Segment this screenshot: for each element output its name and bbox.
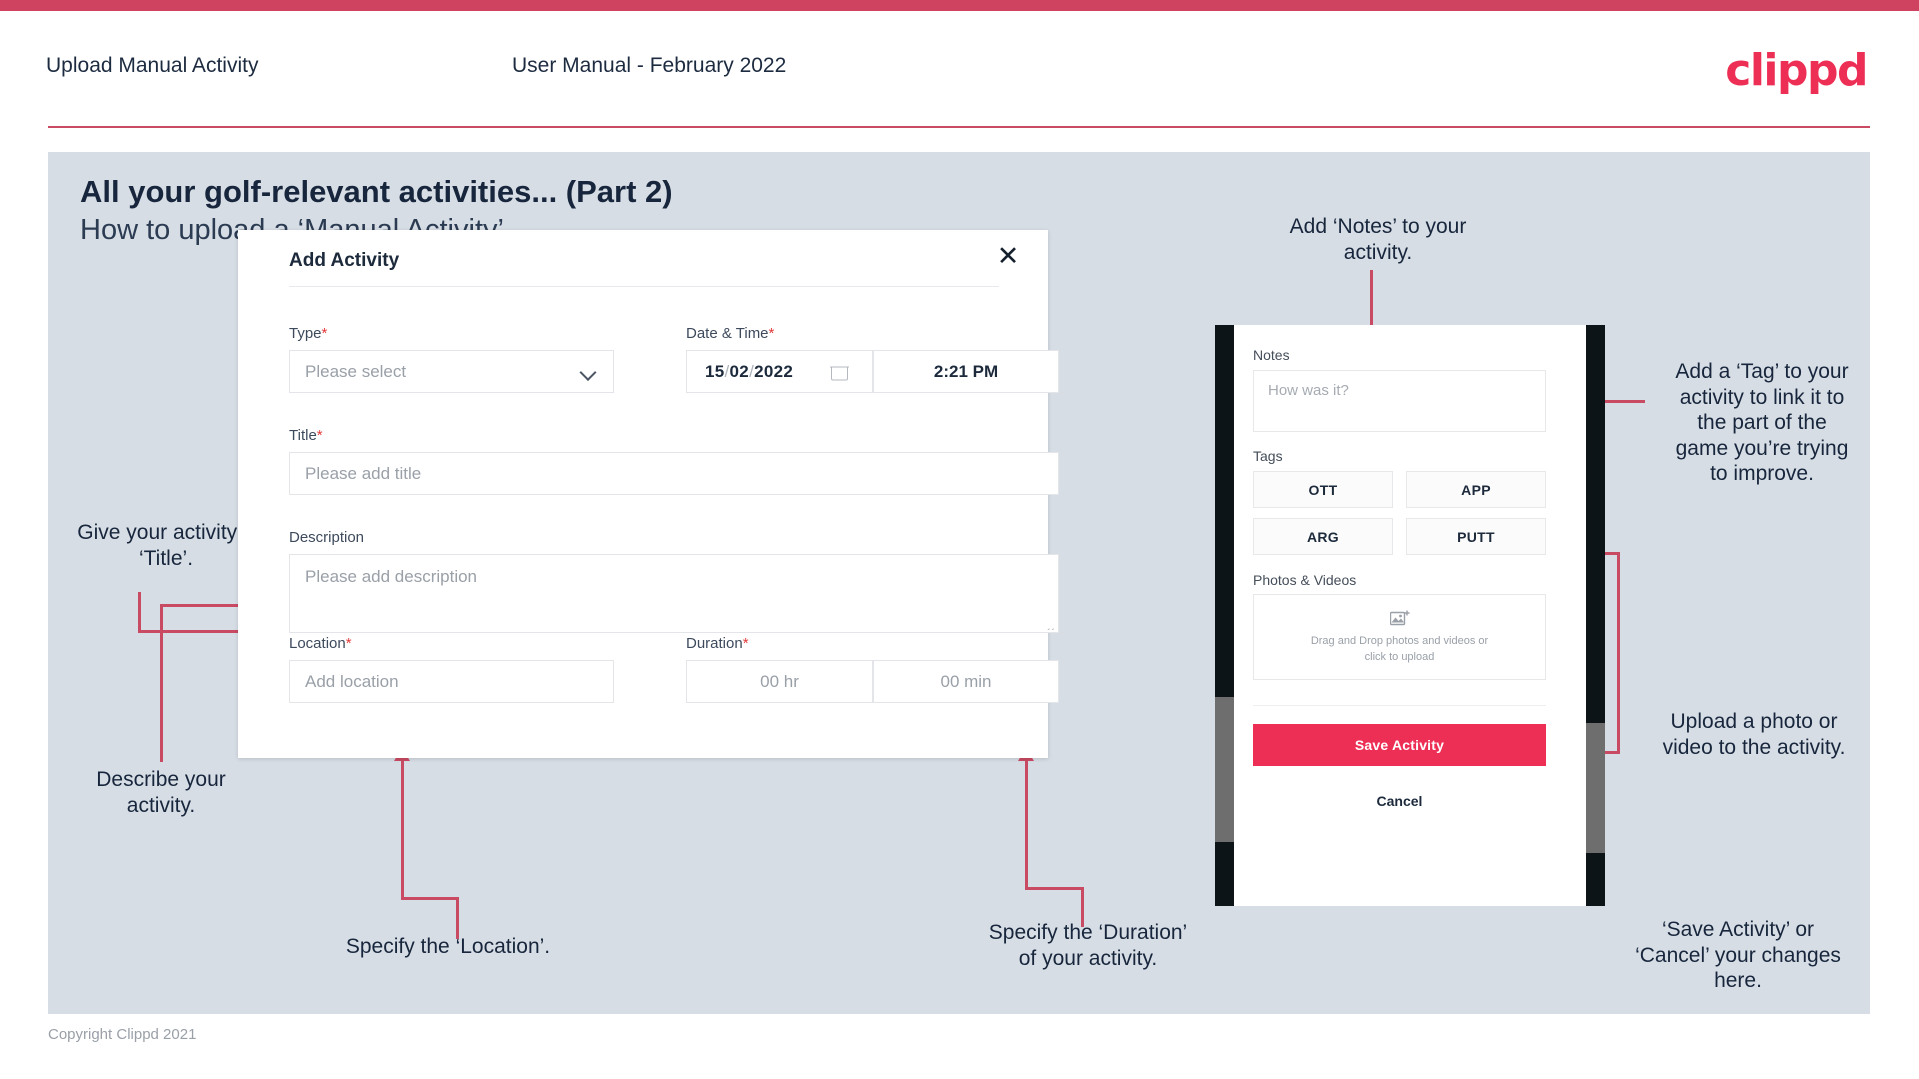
page-title: Upload Manual Activity [46,54,259,77]
cancel-button[interactable]: Cancel [1253,785,1546,817]
phone-left-button [1215,697,1234,842]
photos-videos-label: Photos & Videos [1253,572,1357,588]
calendar-icon[interactable] [830,362,849,380]
type-placeholder: Please select [305,361,407,381]
tag-button-app[interactable]: APP [1406,471,1546,508]
tags-label: Tags [1253,448,1283,464]
type-required-mark: * [321,325,328,342]
arrow-title-seg1 [138,592,141,632]
date-day: 15 [705,361,725,381]
description-label-text: Description [289,529,365,546]
duration-required-mark: * [742,635,749,652]
date-month: 02 [729,361,750,381]
date-value: 15/02/2022 [687,362,793,382]
save-activity-button[interactable]: Save Activity [1253,724,1546,766]
location-required-mark: * [345,635,352,652]
notes-placeholder: How was it? [1268,382,1349,399]
duration-label: Duration* [686,635,749,652]
location-placeholder: Add location [305,671,399,691]
page-header: Upload Manual Activity User Manual - Feb… [0,11,1919,128]
datetime-required-mark: * [768,325,775,342]
duration-label-text: Duration [686,635,743,652]
annotation-notes: Add ‘Notes’ to your activity. [1289,215,1467,264]
description-textarea[interactable]: Please add description [289,554,1059,633]
resize-handle-icon[interactable] [1045,620,1055,630]
annotation-save-cancel: ‘Save Activity’ or ‘Cancel’ your changes… [1635,918,1841,993]
top-accent-bar [0,0,1919,11]
arrow-desc-seg2 [160,604,248,607]
annotation-description: Describe your activity. [96,768,226,817]
tag-button-putt[interactable]: PUTT [1406,518,1546,555]
dialog-header-divider [289,286,999,287]
clippd-logo: clippd [1725,45,1868,96]
chevron-down-icon [582,365,595,378]
add-activity-dialog: Add Activity ✕ Type* Please select Date … [238,230,1059,758]
arrow-upload-seg2 [1617,552,1620,754]
annotation-upload: Upload a photo or video to the activity. [1662,710,1846,759]
slide-title: All your golf-relevant activities... (Pa… [80,174,673,209]
tag-button-ott[interactable]: OTT [1253,471,1393,508]
phone-mockup: Notes How was it? Tags OTT APP ARG PUTT … [1215,325,1605,906]
notes-label: Notes [1253,347,1290,363]
arrow-duration-seg3 [1025,760,1028,888]
annotation-duration: Specify the ‘Duration’ of your activity. [988,921,1188,970]
time-value: 2:21 PM [933,361,999,381]
description-placeholder: Please add description [305,567,478,586]
dialog-title: Add Activity [289,250,400,271]
notes-textarea[interactable]: How was it? [1253,370,1546,432]
title-input[interactable]: Please add title [289,452,1059,495]
phone-screen: Notes How was it? Tags OTT APP ARG PUTT … [1234,325,1586,906]
header-divider [48,126,1870,128]
title-placeholder: Please add title [305,463,422,483]
arrow-duration-seg2 [1025,887,1084,890]
arrow-duration-seg1 [1081,887,1084,927]
title-label-text: Title [289,427,317,444]
duration-minutes-placeholder: 00 min [940,671,992,691]
add-image-icon [1389,610,1409,625]
arrow-title-seg2 [138,630,248,633]
datetime-label: Date & Time* [686,325,774,342]
location-input[interactable]: Add location [289,660,614,703]
arrow-location-seg2 [401,897,459,900]
arrow-location-seg3 [401,760,404,898]
description-label: Description [289,529,364,546]
type-select[interactable]: Please select [289,350,614,393]
close-icon[interactable]: ✕ [993,242,1023,272]
date-year: 2022 [754,361,794,381]
annotation-location: Specify the ‘Location’. [345,935,551,958]
time-input[interactable]: 2:21 PM [873,350,1059,393]
date-input[interactable]: 15/02/2022 [686,350,873,393]
title-label: Title* [289,427,323,444]
upload-dropzone[interactable]: Drag and Drop photos and videos or click… [1253,594,1546,680]
phone-divider [1253,705,1546,706]
duration-hours-placeholder: 00 hr [760,671,799,691]
duration-minutes-input[interactable]: 00 min [873,660,1059,703]
duration-hours-input[interactable]: 00 hr [686,660,873,703]
type-label: Type* [289,325,327,342]
location-label-text: Location [289,635,346,652]
annotation-tags: Add a ‘Tag’ to your activity to link it … [1675,360,1849,486]
phone-right-button [1586,723,1605,853]
upload-instruction-text: Drag and Drop photos and videos or click… [1310,634,1489,663]
header-subtitle: User Manual - February 2022 [512,54,787,77]
type-label-text: Type [289,325,322,342]
arrow-location-seg1 [456,897,459,939]
datetime-label-text: Date & Time [686,325,769,342]
arrow-desc-seg1 [160,604,163,762]
footer-copyright: Copyright Clippd 2021 [48,1026,197,1043]
title-required-mark: * [316,427,323,444]
location-label: Location* [289,635,352,652]
tag-button-arg[interactable]: ARG [1253,518,1393,555]
